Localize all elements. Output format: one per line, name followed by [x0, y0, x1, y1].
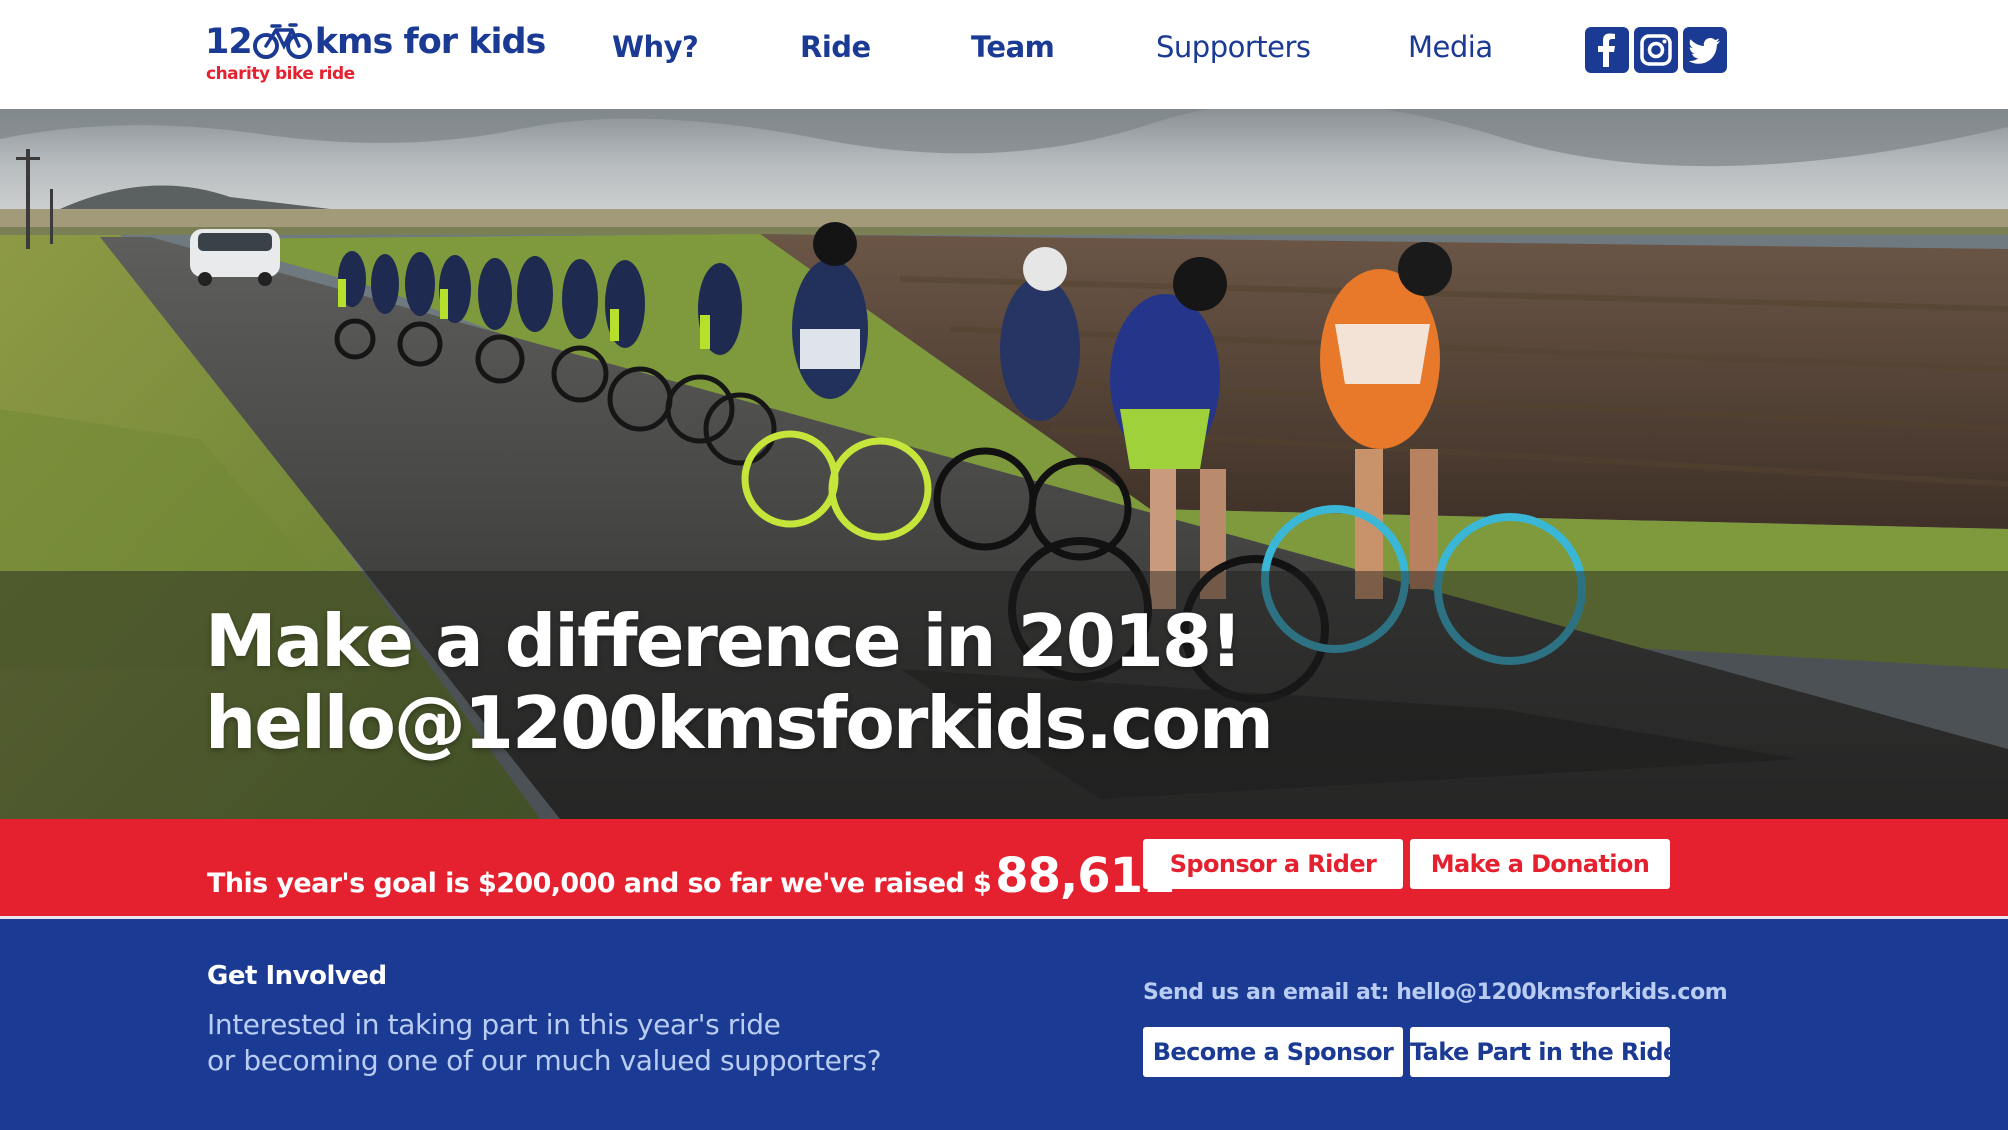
- nav-item-media[interactable]: Media: [1408, 30, 1493, 64]
- hero-banner: Make a difference in 2018! hello@1200kms…: [0, 109, 2008, 819]
- bicycle-icon: [252, 23, 312, 59]
- goal-text: This year's goal is $200,000 and so far …: [207, 868, 992, 899]
- twitter-icon[interactable]: [1683, 27, 1727, 73]
- site-logo[interactable]: 12 kms for kids charity bike ride: [205, 22, 546, 86]
- get-involved-text-line2: or becoming one of our much valued suppo…: [207, 1044, 882, 1077]
- get-involved-section: Get Involved Interested in taking part i…: [0, 916, 2008, 1130]
- nav-item-why[interactable]: Why?: [612, 30, 699, 64]
- logo-text-prefix: 12: [205, 22, 253, 62]
- nav-item-supporters[interactable]: Supporters: [1156, 30, 1311, 64]
- fundraising-goal: This year's goal is $200,000 and so far …: [207, 848, 1175, 904]
- get-involved-text-line1: Interested in taking part in this year's…: [207, 1008, 781, 1041]
- take-part-button[interactable]: Take Part in the Ride: [1410, 1027, 1679, 1077]
- site-header: 12 kms for kids charity bike ride Why? R…: [0, 0, 2008, 109]
- get-involved-title: Get Involved: [207, 961, 387, 991]
- hero-email[interactable]: hello@1200kmsforkids.com: [205, 681, 1274, 765]
- make-donation-button[interactable]: Make a Donation: [1410, 839, 1670, 889]
- hero-headline: Make a difference in 2018!: [205, 599, 1243, 683]
- sponsor-rider-button[interactable]: Sponsor a Rider: [1143, 839, 1403, 889]
- contact-email-text[interactable]: Send us an email at: hello@1200kmsforkid…: [1143, 980, 1728, 1005]
- nav-item-ride[interactable]: Ride: [800, 30, 871, 64]
- logo-wordmark: 12 kms for kids: [205, 22, 547, 62]
- nav-item-team[interactable]: Team: [971, 30, 1055, 64]
- instagram-icon[interactable]: [1634, 27, 1678, 73]
- facebook-icon[interactable]: [1585, 27, 1629, 73]
- become-sponsor-button[interactable]: Become a Sponsor: [1143, 1027, 1403, 1077]
- section-divider: [0, 916, 2008, 919]
- logo-tagline: charity bike ride: [206, 64, 355, 84]
- logo-text-suffix: kms for kids: [314, 22, 547, 62]
- fundraising-bar: This year's goal is $200,000 and so far …: [0, 819, 2008, 916]
